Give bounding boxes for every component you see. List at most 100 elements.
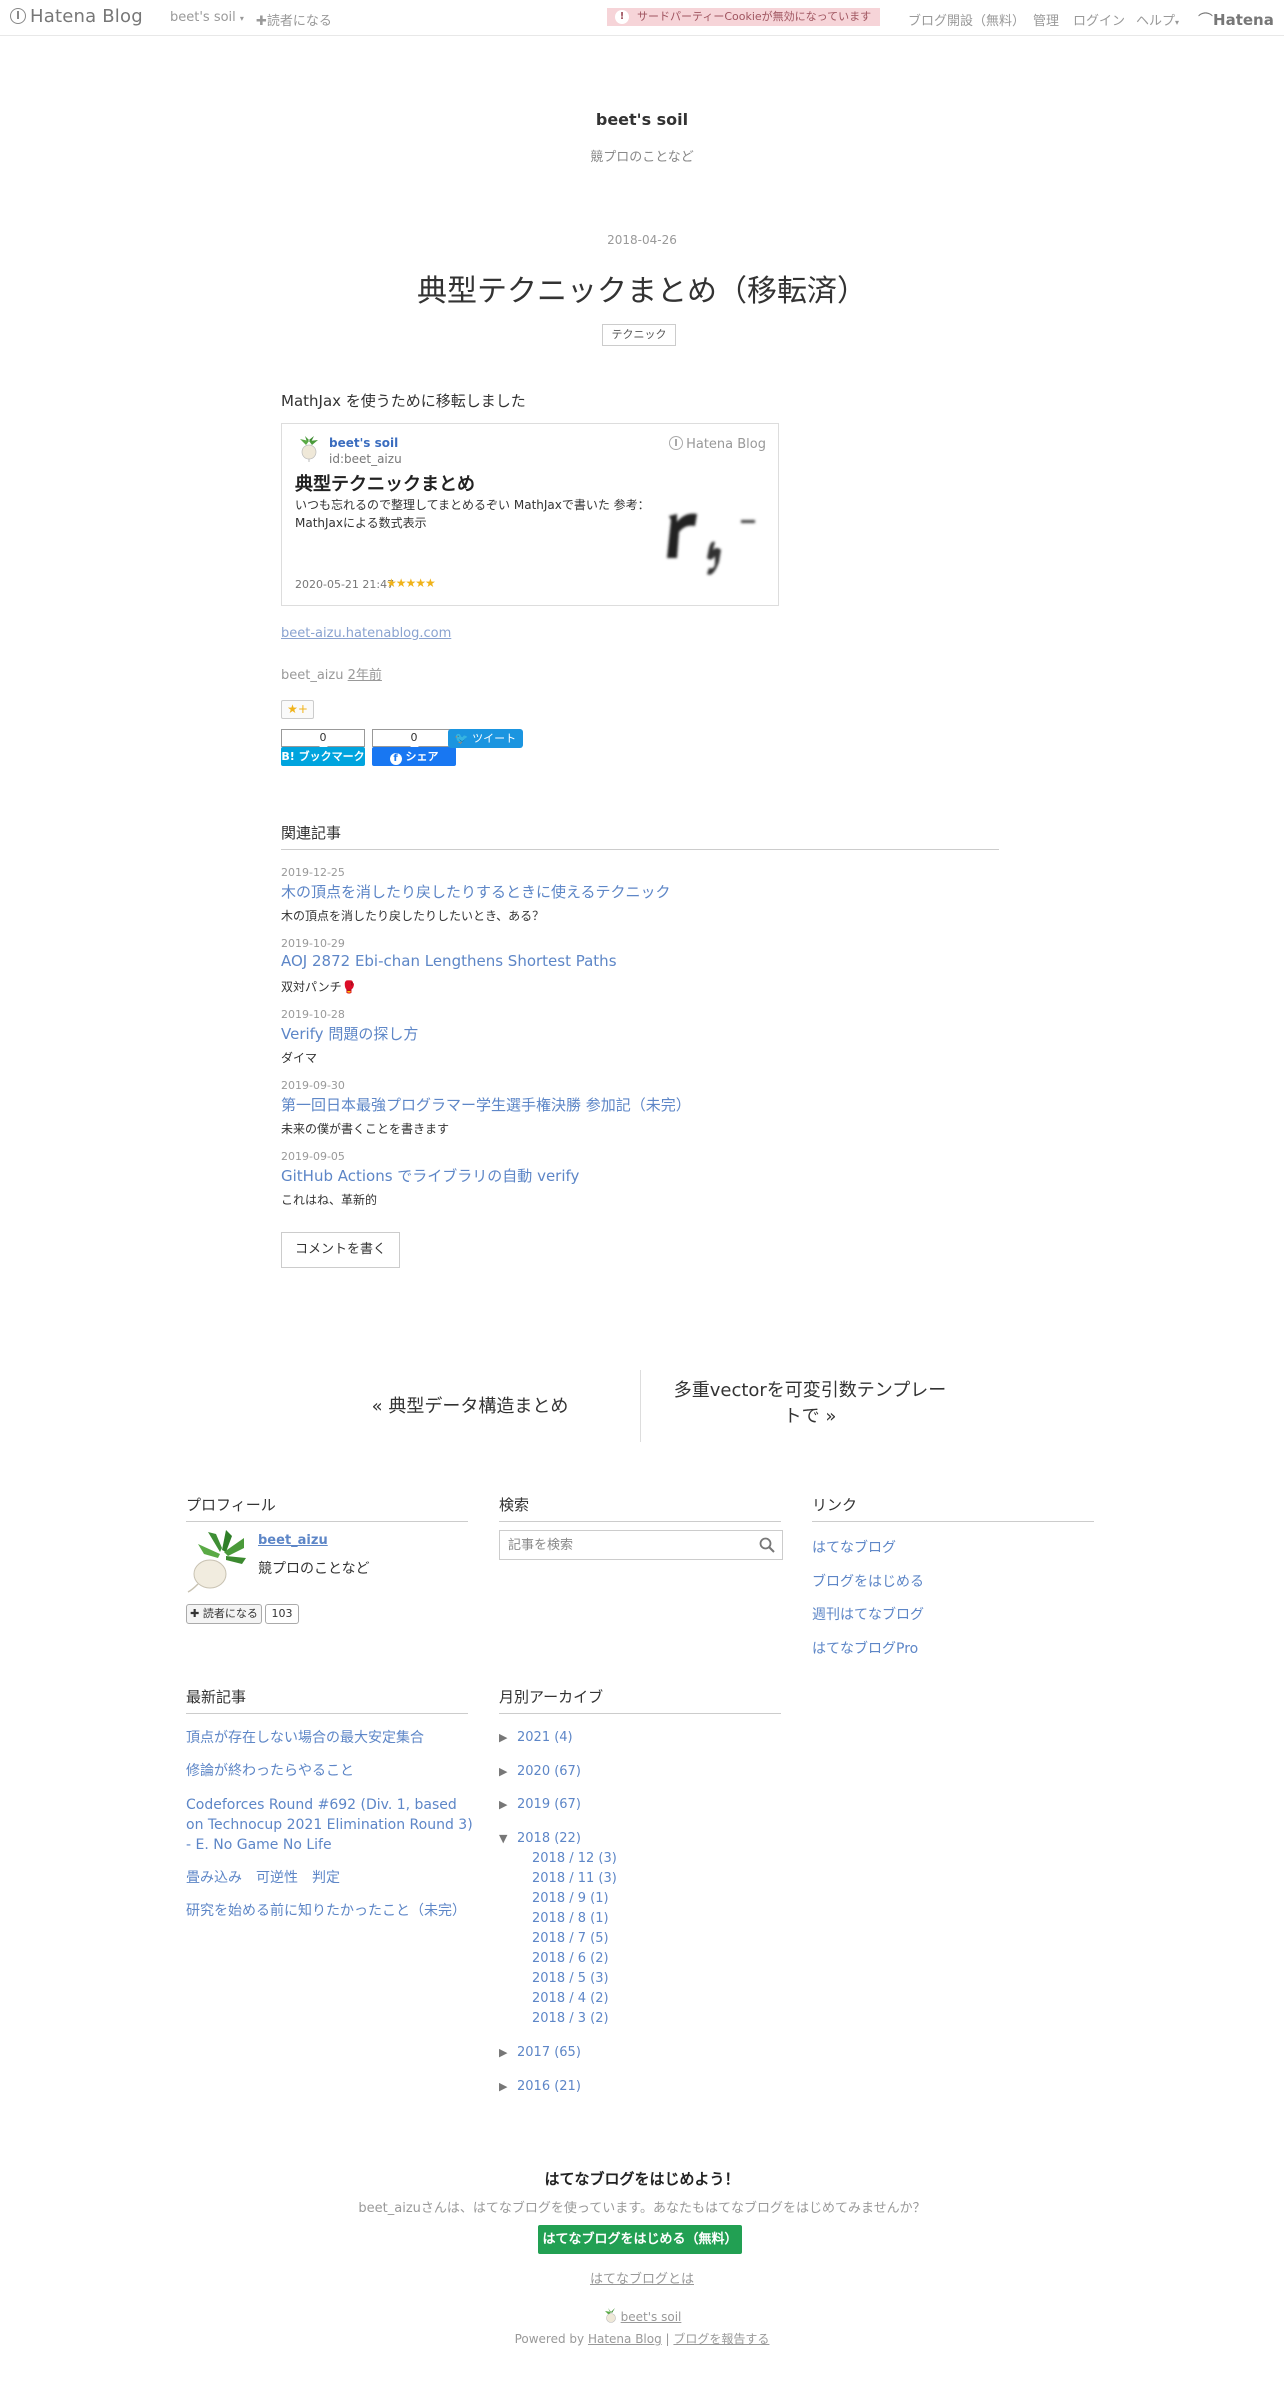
entry-category[interactable]: テクニック	[602, 324, 676, 346]
link-start-blog[interactable]: ブログをはじめる	[812, 1571, 924, 1591]
pager-divider	[640, 1370, 641, 1442]
embed-blog-name[interactable]: beet's soil	[329, 436, 398, 450]
related-item-title[interactable]: 第一回日本最強プログラマー学生選手権決勝 参加記（未完）	[281, 1094, 691, 1115]
hatena-logo-icon: ⌒	[1198, 11, 1214, 29]
twitter-bird-icon: 🐦	[454, 732, 469, 745]
archive-month[interactable]: 2018 / 11 (3)	[532, 1871, 617, 1886]
archive-month[interactable]: 2018 / 12 (3)	[532, 1851, 617, 1866]
subscribe-link[interactable]: ✚読者になる	[256, 10, 332, 29]
report-blog-link[interactable]: ブログを報告する	[673, 2332, 769, 2346]
archive-month[interactable]: 2018 / 6 (2)	[532, 1951, 609, 1966]
beet-avatar-icon	[300, 436, 318, 462]
hatena-blog-logo-icon	[10, 8, 26, 24]
archive-heading: 月別アーカイブ	[499, 1686, 781, 1714]
bookmark-count[interactable]: 0	[281, 729, 365, 747]
related-item-date: 2019-09-30	[281, 1079, 345, 1092]
caret-down-icon: ▾	[1175, 18, 1180, 27]
hatena-bookmark-button[interactable]: B! ブックマーク	[281, 747, 365, 766]
expand-triangle-icon[interactable]: ▶	[499, 1798, 509, 1811]
profile-name[interactable]: beet_aizu	[258, 1533, 328, 1548]
blog-title[interactable]: beet's soil	[0, 110, 1284, 129]
cta-description: beet_aizuさんは、はてなブログを使っています。あなたもはてなブログをはじ…	[358, 2201, 926, 2216]
facebook-share-button[interactable]: f シェア	[372, 747, 456, 766]
search-icon[interactable]	[758, 1536, 776, 1554]
blog-menu[interactable]: beet's soil ▾	[170, 10, 244, 25]
related-item-title[interactable]: Verify 問題の探し方	[281, 1023, 418, 1044]
footer-blog-link[interactable]: beet's soil	[0, 2308, 1284, 2324]
follow-button[interactable]: ✚ 読者になる	[186, 1604, 262, 1624]
related-item-title[interactable]: AOJ 2872 Ebi-chan Lengthens Shortest Pat…	[281, 952, 617, 970]
blog-description: 競プロのことなど	[590, 150, 694, 165]
search-input[interactable]	[500, 1531, 750, 1559]
embed-source-link[interactable]: beet-aizu.hatenablog.com	[281, 626, 451, 641]
hatena-blog-logo[interactable]: Hatena Blog	[10, 6, 143, 27]
recent-entry[interactable]: 頂点が存在しない場合の最大安定集合	[186, 1728, 476, 1748]
expand-triangle-icon[interactable]: ▶	[499, 1731, 509, 1744]
archive-year-2019[interactable]: ▶ 2019 (67)	[499, 1797, 581, 1812]
embed-stars: ★★★★★	[386, 576, 436, 590]
entry-date[interactable]: 2018-04-26	[0, 233, 1284, 247]
related-item-desc: これはね、革新的	[281, 1193, 378, 1207]
start-blog-button[interactable]: はてなブログをはじめる（無料）	[538, 2225, 742, 2254]
archive-year-2021[interactable]: ▶ 2021 (4)	[499, 1730, 573, 1745]
pager-next-link[interactable]: 多重vectorを可変引数テンプレートで »	[665, 1378, 955, 1430]
cookie-warning-banner[interactable]: ! サードパーティーCookieが無効になっています	[607, 8, 880, 26]
admin-link[interactable]: 管理	[1033, 10, 1059, 29]
search-box	[499, 1530, 783, 1560]
hatena-blog-footer-link[interactable]: Hatena Blog	[588, 2332, 662, 2346]
recent-entry[interactable]: Codeforces Round #692 (Div. 1, based on …	[186, 1795, 476, 1855]
expand-triangle-icon[interactable]: ▶	[499, 2046, 509, 2059]
archive-year-2020[interactable]: ▶ 2020 (67)	[499, 1764, 581, 1779]
plus-icon: ✚	[190, 1607, 200, 1620]
write-comment-button[interactable]: コメントを書く	[281, 1232, 400, 1268]
hatena-logo[interactable]: ⌒Hatena	[1198, 9, 1274, 30]
archive-year-2016[interactable]: ▶ 2016 (21)	[499, 2079, 581, 2094]
recent-entry[interactable]: 畳み込み 可逆性 判定	[186, 1868, 476, 1888]
archive-month[interactable]: 2018 / 5 (3)	[532, 1971, 609, 1986]
expand-triangle-icon[interactable]: ▶	[499, 2080, 509, 2093]
follower-count[interactable]: 103	[265, 1604, 299, 1624]
expand-triangle-icon[interactable]: ▶	[499, 1765, 509, 1778]
beet-mini-icon	[604, 2308, 616, 2323]
related-item-desc: 双対パンチ🥊	[281, 980, 357, 994]
profile-avatar[interactable]	[186, 1530, 248, 1594]
help-menu[interactable]: ヘルプ▾	[1136, 10, 1179, 29]
profile-heading: プロフィール	[186, 1494, 468, 1522]
about-hatena-blog-link[interactable]: はてなブログとは	[0, 2268, 1284, 2287]
link-weekly-hatena-blog[interactable]: 週刊はてなブログ	[812, 1604, 924, 1624]
recent-entry[interactable]: 研究を始める前に知りたかったこと（未完）	[186, 1901, 476, 1921]
archive-year-2018[interactable]: ▼ 2018 (22)	[499, 1831, 581, 1846]
related-item-title[interactable]: 木の頂点を消したり戻したりするときに使えるテクニック	[281, 881, 671, 902]
entry-lead-text: MathJax を使うために移転しました	[281, 392, 526, 410]
archive-month[interactable]: 2018 / 8 (1)	[532, 1911, 609, 1926]
search-heading: 検索	[499, 1494, 781, 1522]
link-hatena-blog-pro[interactable]: はてなブログPro	[812, 1638, 918, 1658]
login-link[interactable]: ログイン	[1073, 10, 1125, 29]
archive-month[interactable]: 2018 / 4 (2)	[532, 1991, 609, 2006]
entry-ago-link[interactable]: 2年前	[348, 668, 382, 683]
archive-month[interactable]: 2018 / 3 (2)	[532, 2011, 609, 2026]
embed-service-logo: Hatena Blog	[669, 436, 766, 452]
archive-month[interactable]: 2018 / 9 (1)	[532, 1891, 609, 1906]
collapse-triangle-icon[interactable]: ▼	[499, 1832, 509, 1845]
caret-down-icon: ▾	[239, 14, 244, 23]
archive-year-2017[interactable]: ▶ 2017 (65)	[499, 2045, 581, 2060]
embed-title[interactable]: 典型テクニックまとめ	[295, 470, 475, 496]
pager-prev-link[interactable]: « 典型データ構造まとめ	[330, 1392, 610, 1418]
related-item-desc: 未来の僕が書くことを書きます	[281, 1122, 450, 1136]
start-blog-link[interactable]: ブログ開設（無料）	[908, 10, 1025, 29]
footer-powered-by: Powered by Hatena Blog | ブログを報告する	[514, 2332, 770, 2346]
related-item-title[interactable]: GitHub Actions でライブラリの自動 verify	[281, 1165, 579, 1186]
related-heading: 関連記事	[281, 822, 999, 850]
global-header: Hatena Blog beet's soil ▾ ✚読者になる ! サードパーテ…	[0, 0, 1284, 36]
embed-card[interactable]: beet's soil id:beet_aizu Hatena Blog 典型テ…	[281, 423, 779, 606]
add-star-button[interactable]: ★+	[281, 700, 314, 719]
recent-entry[interactable]: 修論が終わったらやること	[186, 1761, 476, 1781]
tweet-button[interactable]: 🐦 ツイート	[448, 729, 523, 748]
archive-month[interactable]: 2018 / 7 (5)	[532, 1931, 609, 1946]
entry-author[interactable]: beet_aizu	[281, 668, 344, 683]
related-item-desc: ダイマ	[281, 1051, 318, 1065]
facebook-icon: f	[389, 753, 402, 765]
entry-title[interactable]: 典型テクニックまとめ（移転済）	[0, 266, 1284, 310]
link-hatena-blog[interactable]: はてなブログ	[812, 1537, 896, 1557]
